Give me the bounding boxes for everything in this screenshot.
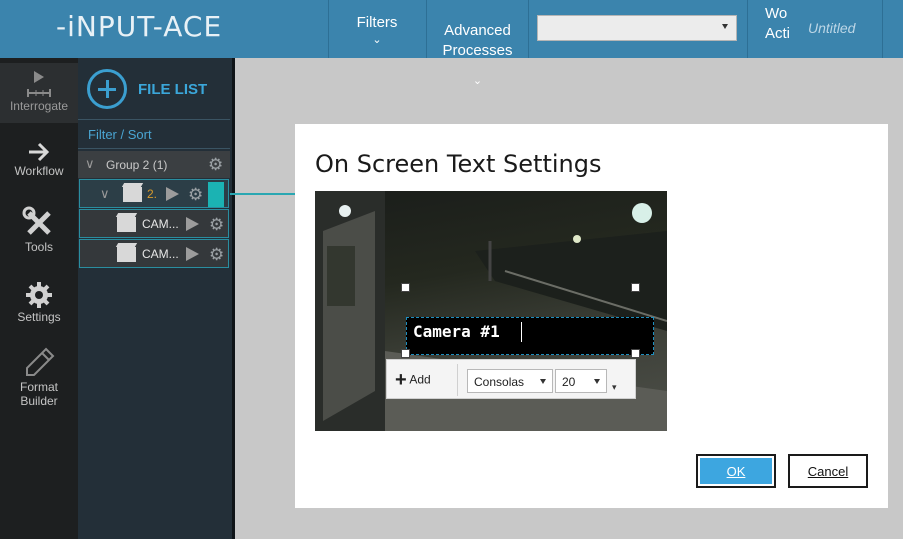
more-options-icon[interactable]: ▾ <box>612 382 617 393</box>
clapperboard-icon <box>123 187 142 202</box>
tools-icon <box>22 206 51 235</box>
document-title: Untitled <box>808 20 856 36</box>
toolbar-separator <box>457 364 458 396</box>
file-row[interactable]: ∨ 2. ⚙ <box>79 179 229 208</box>
resize-handle[interactable] <box>401 349 410 358</box>
video-preview: Camera #1 + Add Consolas 20 ▾ <box>315 191 667 431</box>
resize-handle[interactable] <box>401 283 410 292</box>
nav-tools-label: Tools <box>24 240 53 254</box>
text-cursor <box>521 322 522 342</box>
play-icon[interactable] <box>166 187 179 201</box>
gear-icon[interactable]: ⚙ <box>208 156 223 173</box>
nav-format-builder-label: Format Builder <box>19 380 58 408</box>
file-list-title: FILE LIST <box>138 81 208 98</box>
dialog-title: On Screen Text Settings <box>315 150 602 178</box>
filter-sort-link[interactable]: Filter / Sort <box>88 127 152 142</box>
nav-format-builder[interactable]: Format Builder <box>0 346 78 408</box>
nav-workflow[interactable]: Workflow <box>0 140 78 184</box>
add-file-button[interactable] <box>87 69 127 109</box>
chevron-down-icon: ⌄ <box>472 75 483 87</box>
dropdown-arrow-icon <box>540 379 546 384</box>
chevron-down-icon: ∨ <box>85 156 95 171</box>
left-nav: Interrogate Workflow Tools Settings Form… <box>0 58 78 539</box>
top-bar: -iNPUT-ACE Filters ⌄ Advanced Processes … <box>0 0 903 87</box>
clapperboard-icon <box>117 217 136 232</box>
ok-button[interactable]: OK <box>696 454 776 488</box>
file-row-label: CAM... <box>142 217 179 231</box>
dropdown-arrow-icon <box>722 24 728 29</box>
menu-separator <box>747 0 748 58</box>
file-row[interactable]: CAM... ⚙ <box>79 239 229 268</box>
text-toolbar: + Add Consolas 20 ▾ <box>386 359 636 399</box>
on-screen-text-settings-dialog: On Screen Text Settings Camera #1 + Add <box>295 124 888 508</box>
connector-line <box>230 193 296 195</box>
gear-icon[interactable]: ⚙ <box>209 246 224 263</box>
chevron-down-icon: ∨ <box>100 186 110 201</box>
font-family-value: Consolas <box>474 375 525 389</box>
gear-icon[interactable]: ⚙ <box>188 186 203 203</box>
file-row-label: CAM... <box>142 247 179 261</box>
nav-settings-label: Settings <box>17 310 61 324</box>
plus-icon: + <box>395 369 407 391</box>
workspace-actions-menu[interactable]: Wo Acti <box>765 4 790 44</box>
advanced-processes-label: Advanced Processes <box>442 22 513 59</box>
nav-interrogate[interactable]: Interrogate <box>0 63 78 123</box>
play-icon[interactable] <box>186 247 199 261</box>
file-row-label: 2. <box>147 187 158 201</box>
font-size-value: 20 <box>562 375 576 389</box>
arrow-right-icon <box>29 142 50 162</box>
nav-interrogate-label: Interrogate <box>9 99 69 113</box>
overlay-text-box[interactable]: Camera #1 <box>406 317 654 355</box>
file-list-panel: FILE LIST Filter / Sort ∨ Group 2 (1) ⚙ … <box>78 58 235 539</box>
play-icon[interactable] <box>186 217 199 231</box>
file-row[interactable]: CAM... ⚙ <box>79 209 229 238</box>
add-button[interactable]: + Add <box>395 369 431 392</box>
play-timeline-icon <box>27 71 51 97</box>
group-row[interactable]: ∨ Group 2 (1) ⚙ <box>78 151 230 178</box>
filters-menu[interactable]: Filters ⌄ <box>329 0 425 58</box>
divider <box>78 119 230 120</box>
menu-separator <box>882 0 883 58</box>
nav-settings[interactable]: Settings <box>0 280 78 330</box>
pencil-icon <box>26 347 55 376</box>
dropdown-arrow-icon <box>594 379 600 384</box>
group-label: Group 2 (1) <box>106 158 168 172</box>
overlay-text: Camera #1 <box>413 322 500 341</box>
resize-handle[interactable] <box>631 283 640 292</box>
filters-menu-label: Filters <box>356 14 398 31</box>
nav-tools[interactable]: Tools <box>0 206 78 258</box>
divider <box>78 148 230 149</box>
cancel-button[interactable]: Cancel <box>788 454 868 488</box>
font-family-select[interactable]: Consolas <box>467 369 553 393</box>
nav-workflow-label: Workflow <box>14 164 64 178</box>
advanced-processes-menu[interactable]: Advanced Processes ⌄ <box>427 0 528 87</box>
gear-icon[interactable]: ⚙ <box>209 216 224 233</box>
workspace-dropdown[interactable] <box>537 15 737 41</box>
chevron-down-icon: ⌄ <box>372 34 382 46</box>
resize-handle[interactable] <box>631 349 640 358</box>
add-button-label: Add <box>409 372 431 387</box>
font-size-select[interactable]: 20 <box>555 369 607 393</box>
app-logo: -iNPUT-ACE <box>56 10 223 43</box>
row-selection-tab <box>208 182 224 207</box>
gear-icon <box>26 282 52 308</box>
menu-separator <box>528 0 529 58</box>
clapperboard-icon <box>117 247 136 262</box>
